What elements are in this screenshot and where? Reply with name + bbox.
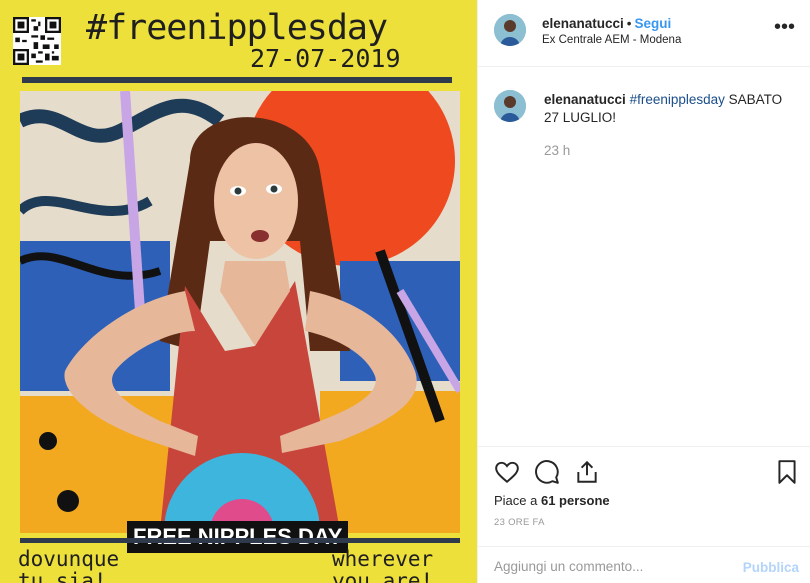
comment-section: Pubblica — [478, 546, 810, 583]
post-time-ago[interactable]: 23 ORE FA — [494, 517, 545, 528]
poster-date: 27-07-2019 — [250, 44, 401, 73]
likes-number[interactable]: 61 persone — [541, 493, 610, 508]
poster-banner: FREE NIPPLES DAY — [127, 521, 349, 553]
post-image[interactable]: #freenipplesday 27-07-2019 FREE NIPPLES … — [0, 0, 477, 583]
poster-divider-bottom — [20, 538, 460, 543]
qr-code-icon — [13, 17, 61, 65]
poster-slogan-italian: dovunque tu sia! — [18, 547, 120, 583]
poster-photo — [20, 91, 460, 533]
bookmark-icon[interactable] — [774, 459, 800, 485]
post-location[interactable]: Ex Centrale AEM - Modena — [542, 34, 681, 46]
caption-avatar[interactable] — [494, 90, 526, 122]
post-side-panel: elenanatucci • Segui Ex Centrale AEM - Mod… — [477, 0, 810, 583]
publish-button[interactable]: Pubblica — [743, 560, 799, 575]
post-author-line: elenanatucci • Segui — [542, 16, 671, 31]
likes-prefix: Piace a — [494, 493, 541, 508]
comment-icon[interactable] — [534, 459, 560, 485]
post-actions: Piace a 61 persone 23 ORE FA — [478, 446, 810, 530]
more-options-icon[interactable]: ••• — [774, 17, 795, 37]
comment-input[interactable] — [494, 559, 724, 574]
poster-hashtag: #freenipplesday — [86, 8, 388, 48]
separator-dot: • — [626, 16, 632, 31]
author-username[interactable]: elenanatucci — [542, 16, 624, 31]
follow-button[interactable]: Segui — [635, 16, 672, 31]
post-header: elenanatucci • Segui Ex Centrale AEM - Mod… — [478, 0, 810, 67]
share-icon[interactable] — [574, 459, 600, 485]
heart-icon[interactable] — [494, 459, 520, 485]
poster-slogan-english: wherever you are! — [332, 547, 434, 583]
caption-hashtag[interactable]: #freenipplesday — [630, 92, 725, 107]
post-caption: elenanatucci #freenipplesday SABATO 27 L… — [544, 91, 794, 127]
caption-username[interactable]: elenanatucci — [544, 92, 626, 107]
avatar[interactable] — [494, 14, 526, 46]
caption-timestamp[interactable]: 23 h — [544, 143, 570, 158]
likes-count[interactable]: Piace a 61 persone — [494, 493, 610, 508]
poster-divider — [22, 77, 452, 83]
